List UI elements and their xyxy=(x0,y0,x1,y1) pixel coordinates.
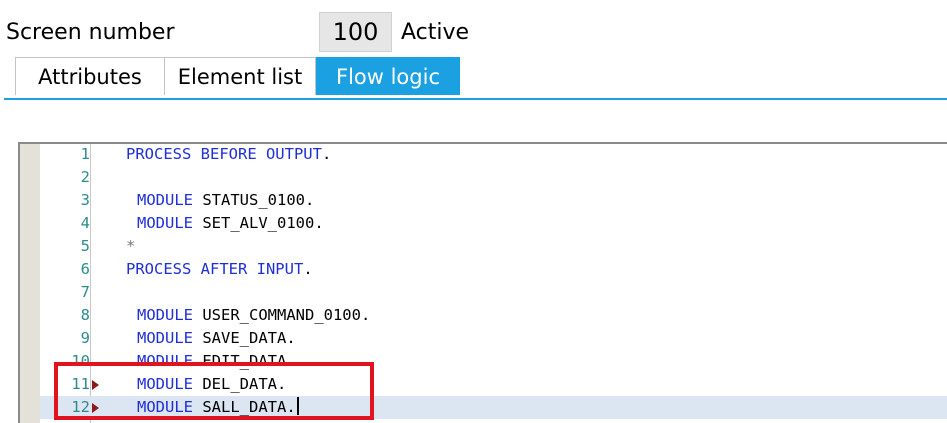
line-number: 2 xyxy=(80,168,90,186)
code-token: . xyxy=(321,145,332,163)
code-line[interactable]: 8 MODULE USER_COMMAND_0100. xyxy=(40,304,947,327)
code-line[interactable]: 5 * xyxy=(40,235,947,258)
code-token: . xyxy=(286,329,296,347)
line-number: 10 xyxy=(71,352,90,370)
code-token: SET_ALV_0100 xyxy=(193,214,315,232)
code-token: . xyxy=(314,214,324,232)
code-text: PROCESS BEFORE OUTPUT. xyxy=(126,144,332,166)
code-text: MODULE USER_COMMAND_0100. xyxy=(137,304,370,327)
keyword-token: MODULE xyxy=(137,329,193,347)
change-marker-icon xyxy=(92,380,99,390)
code-text: MODULE EDIT_DATA. xyxy=(137,350,296,373)
line-number: 6 xyxy=(80,260,90,278)
screen-number-label: Screen number xyxy=(6,20,175,45)
keyword-token: MODULE xyxy=(137,352,193,370)
keyword-token: MODULE xyxy=(137,306,193,324)
code-token: USER_COMMAND_0100 xyxy=(193,306,361,324)
code-text: MODULE SAVE_DATA. xyxy=(137,327,296,350)
line-number: 12 xyxy=(71,398,90,416)
keyword-token: MODULE xyxy=(137,375,193,393)
tab-element-list[interactable]: Element list xyxy=(164,57,316,95)
code-line[interactable]: 3 MODULE STATUS_0100. xyxy=(40,189,947,212)
code-line[interactable]: 2 xyxy=(40,166,947,189)
code-token: . xyxy=(303,260,313,278)
code-line[interactable]: 6 PROCESS AFTER INPUT. xyxy=(40,258,947,281)
code-line[interactable]: 4 MODULE SET_ALV_0100. xyxy=(40,212,947,235)
code-token: EDIT_DATA xyxy=(193,352,287,370)
keyword-token: MODULE xyxy=(137,398,193,416)
code-text: * xyxy=(126,235,135,258)
line-number: 3 xyxy=(80,191,90,209)
keyword-token: MODULE xyxy=(137,191,193,209)
text-cursor xyxy=(296,397,299,415)
code-line[interactable]: 9 MODULE SAVE_DATA. xyxy=(40,327,947,350)
code-text: MODULE DEL_DATA. xyxy=(137,373,286,396)
line-number: 9 xyxy=(80,329,90,347)
code-token: SALL_DATA xyxy=(193,398,287,416)
code-text: MODULE STATUS_0100. xyxy=(137,189,314,212)
code-token: . xyxy=(286,398,296,416)
keyword-token: PROCESS BEFORE OUTPUT xyxy=(126,145,322,163)
code-token: SAVE_DATA xyxy=(193,329,287,347)
tab-attributes[interactable]: Attributes xyxy=(15,57,165,95)
code-token: DEL_DATA xyxy=(193,375,277,393)
keyword-token: PROCESS AFTER INPUT xyxy=(126,260,304,278)
code-text: MODULE SALL_DATA. xyxy=(137,396,299,419)
flow-logic-editor[interactable]: 1 PROCESS BEFORE OUTPUT. 2 3 MODULE STATUS_0… xyxy=(18,142,947,423)
code-line[interactable]: 12 MODULE SALL_DATA. xyxy=(40,396,947,419)
line-number: 1 xyxy=(80,145,90,163)
code-token: . xyxy=(277,375,287,393)
line-number: 11 xyxy=(71,375,90,393)
code-line[interactable]: 11 MODULE DEL_DATA. xyxy=(40,373,947,396)
code-token: STATUS_0100 xyxy=(193,191,305,209)
line-number: 5 xyxy=(80,237,90,255)
code-token: . xyxy=(360,306,371,324)
editor-left-margin xyxy=(20,144,40,423)
tab-flow-logic[interactable]: Flow logic xyxy=(316,57,460,95)
line-number: 4 xyxy=(80,214,90,232)
code-line[interactable]: 7 xyxy=(40,281,947,304)
comment-token: * xyxy=(126,237,136,255)
screen-number-field[interactable]: 100 xyxy=(319,12,392,52)
screen-painter-window: Screen number 100 Active Attributes Elem… xyxy=(0,0,947,423)
code-token: . xyxy=(304,191,315,209)
change-marker-icon xyxy=(92,403,99,413)
status-text: Active xyxy=(401,20,470,45)
line-number: 7 xyxy=(80,283,90,301)
code-text: PROCESS AFTER INPUT. xyxy=(126,258,313,281)
keyword-token: MODULE xyxy=(137,214,193,232)
code-line[interactable]: 10 MODULE EDIT_DATA. xyxy=(40,350,947,373)
code-token: . xyxy=(286,352,296,370)
tab-strip-divider xyxy=(4,98,947,100)
line-number: 8 xyxy=(80,306,90,324)
code-line[interactable]: 1 PROCESS BEFORE OUTPUT. xyxy=(40,144,947,166)
code-text: MODULE SET_ALV_0100. xyxy=(137,212,324,235)
